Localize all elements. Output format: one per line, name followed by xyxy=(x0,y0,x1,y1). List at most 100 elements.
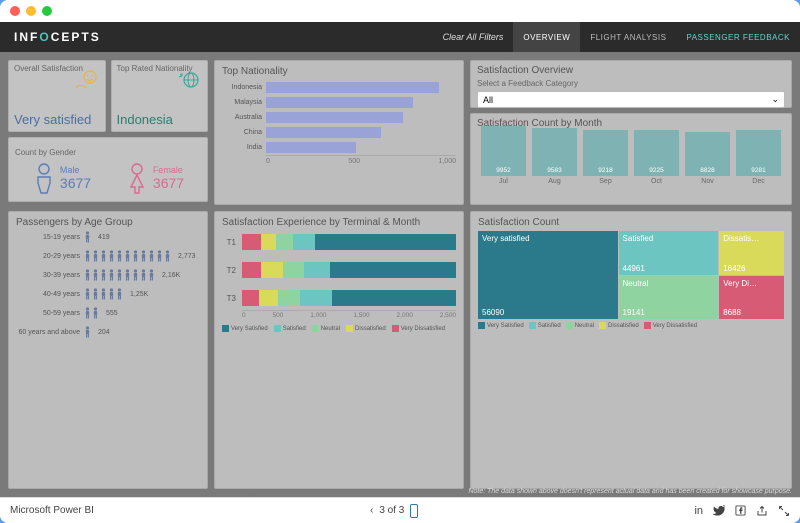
tree-very-dissatisfied[interactable]: Very Di…8688 xyxy=(719,276,784,320)
person-icon-group xyxy=(84,231,91,243)
card-top-nationality: Top Rated Nationality Indonesia xyxy=(111,60,209,132)
age-row: 50-59 years 555 xyxy=(16,307,200,319)
panel-satisfaction-overview: Satisfaction Overview Select a Feedback … xyxy=(470,60,792,108)
tab-flight-analysis[interactable]: FLIGHT ANALYSIS xyxy=(580,22,676,52)
linkedin-icon[interactable]: in xyxy=(694,505,703,517)
statusbar: Microsoft Power BI ‹ 3 of 3 in xyxy=(0,497,800,523)
page-indicator: 3 of 3 xyxy=(379,505,404,516)
twitter-icon[interactable] xyxy=(713,505,725,517)
bar-segment xyxy=(315,234,456,250)
legend-item: Dissatisfied xyxy=(355,326,386,332)
nationality-row[interactable]: China xyxy=(222,127,454,138)
card-value: Indonesia xyxy=(117,112,203,127)
person-icon-group xyxy=(84,250,171,262)
chart-x-axis: 0 500 1,000 xyxy=(266,155,456,165)
terminal-row[interactable]: T1 xyxy=(222,234,456,250)
age-row: 30-39 years2,16K xyxy=(16,269,200,281)
nationality-row[interactable]: Indonesia xyxy=(222,82,454,93)
legend-item: Satisfied xyxy=(538,323,561,329)
age-value: 2,773 xyxy=(178,253,196,260)
chart-legend: Very Satisfied Satisfied Neutral Dissati… xyxy=(222,325,456,332)
tree-satisfied[interactable]: Satisfied44961 xyxy=(619,231,719,275)
month-bar[interactable]: 9281Dec xyxy=(736,130,781,185)
chevron-down-icon: ⌄ xyxy=(771,94,779,105)
bar-label: Nov xyxy=(701,178,713,185)
prev-page-button[interactable]: ‹ xyxy=(370,505,373,516)
card-title: Count by Gender xyxy=(15,148,76,157)
age-value: 204 xyxy=(98,329,110,336)
fullscreen-icon[interactable] xyxy=(778,505,790,517)
legend-item: Neutral xyxy=(321,326,340,332)
mac-titlebar xyxy=(0,0,800,22)
age-row: 40-49 years1,25K xyxy=(16,288,200,300)
share-icon[interactable] xyxy=(756,505,768,517)
month-bar[interactable]: 9952Jul xyxy=(481,126,526,185)
axis-tick: 0 xyxy=(266,158,270,165)
age-value: 2,16K xyxy=(162,272,180,279)
gender-label: Male xyxy=(60,165,91,175)
age-value: 555 xyxy=(106,310,118,317)
tree-very-satisfied[interactable]: Very satisfied56090 xyxy=(478,231,618,319)
axis-tick: 1,000 xyxy=(310,312,326,319)
month-bar[interactable]: 8828Nov xyxy=(685,132,730,185)
nationality-row[interactable]: India xyxy=(222,142,454,153)
tree-label: Neutral xyxy=(623,279,649,288)
panel-satisfaction-count: Satisfaction Count Very satisfied56090 S… xyxy=(470,211,792,489)
age-value: 419 xyxy=(98,234,110,241)
maximize-window-icon[interactable] xyxy=(42,6,52,16)
month-bar[interactable]: 9225Oct xyxy=(634,130,679,185)
chart-legend: Very Satisfied Satisfied Neutral Dissati… xyxy=(478,322,784,329)
bar-label: Oct xyxy=(651,178,662,185)
select-label: Select a Feedback Category xyxy=(477,79,785,88)
panel-passengers-by-age: Passengers by Age Group 15-19 years41920… xyxy=(8,211,208,489)
bar-segment xyxy=(261,234,276,250)
bar-segment xyxy=(259,290,278,306)
axis-tick: 0 xyxy=(242,312,246,319)
terminal-row[interactable]: T3 xyxy=(222,290,456,306)
tree-neutral[interactable]: Neutral19141 xyxy=(619,276,719,320)
tree-value: 16426 xyxy=(723,264,745,273)
terminal-row[interactable]: T2 xyxy=(222,262,456,278)
bar-segment xyxy=(330,262,456,278)
legend-item: Very Dissatisfied xyxy=(401,326,445,332)
bar-value: 9952 xyxy=(481,167,526,174)
bar-label: India xyxy=(222,144,262,151)
legend-item: Very Satisfied xyxy=(487,323,524,329)
month-bar[interactable]: 9218Sep xyxy=(583,130,628,185)
age-label: 60 years and above xyxy=(16,329,80,336)
clear-filters-link[interactable]: Clear All Filters xyxy=(433,32,514,42)
month-bar[interactable]: 9583Aug xyxy=(532,128,577,185)
gender-value: 3677 xyxy=(153,175,184,191)
share-icons: in xyxy=(694,505,790,517)
page-number-input[interactable] xyxy=(410,504,418,518)
nationality-row[interactable]: Malaysia xyxy=(222,97,454,108)
bar-label: China xyxy=(222,129,262,136)
female-icon xyxy=(125,162,149,194)
nationality-row[interactable]: Australia xyxy=(222,112,454,123)
bar-segment xyxy=(304,262,330,278)
disclaimer-note: Note: The data shown above doesn't repre… xyxy=(468,488,792,495)
facebook-icon[interactable] xyxy=(735,505,746,516)
panel-title: Satisfaction Overview xyxy=(477,65,785,76)
panel-title: Passengers by Age Group xyxy=(16,217,200,228)
tab-passenger-feedback[interactable]: PASSENGER FEEDBACK xyxy=(676,22,800,52)
terminal-stacked-chart: T1 T2 T3 xyxy=(222,234,456,306)
bar-segment xyxy=(261,262,282,278)
age-label: 50-59 years xyxy=(16,310,80,317)
tree-label: Satisfied xyxy=(623,234,654,243)
age-pictogram-chart: 15-19 years41920-29 years2,77330-39 year… xyxy=(16,231,200,338)
bar-value: 9281 xyxy=(736,167,781,174)
panel-title: Satisfaction Count xyxy=(478,217,784,228)
person-icon-group xyxy=(84,326,91,338)
legend-item: Satisfied xyxy=(283,326,306,332)
bar-segment xyxy=(276,234,293,250)
bar-segment xyxy=(278,290,299,306)
minimize-window-icon[interactable] xyxy=(26,6,36,16)
gender-female: Female3677 xyxy=(125,162,184,194)
bar-segment xyxy=(293,234,314,250)
feedback-category-select[interactable]: All ⌄ xyxy=(477,91,785,108)
tree-dissatisfied[interactable]: Dissatis…16426 xyxy=(719,231,784,275)
tab-overview[interactable]: OVERVIEW xyxy=(513,22,580,52)
panel-terminal-satisfaction: Satisfaction Experience by Terminal & Mo… xyxy=(214,211,464,489)
close-window-icon[interactable] xyxy=(10,6,20,16)
